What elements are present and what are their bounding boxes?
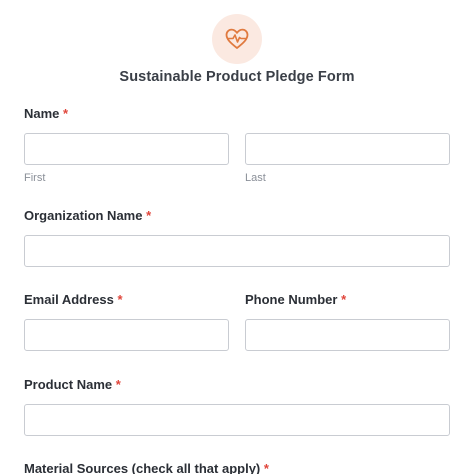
organization-label-text: Organization Name: [24, 208, 143, 223]
product-label-text: Product Name: [24, 377, 113, 392]
required-marker: *: [115, 377, 121, 392]
phone-label-text: Phone Number: [245, 292, 338, 307]
product-label: Product Name *: [24, 377, 121, 392]
form-title: Sustainable Product Pledge Form: [119, 69, 355, 85]
form-logo: [212, 14, 262, 64]
first-name-input[interactable]: [24, 133, 229, 165]
name-label-text: Name: [24, 106, 60, 121]
material-sources-label: Material Sources (check all that apply) …: [24, 461, 269, 474]
phone-label: Phone Number *: [245, 292, 346, 307]
required-marker: *: [341, 292, 347, 307]
organization-label: Organization Name *: [24, 208, 151, 223]
email-input[interactable]: [24, 319, 229, 351]
first-name-sublabel: First: [24, 172, 46, 184]
required-marker: *: [263, 461, 269, 474]
email-label: Email Address *: [24, 292, 123, 307]
name-label: Name *: [24, 106, 68, 121]
required-marker: *: [146, 208, 152, 223]
required-marker: *: [63, 106, 69, 121]
material-sources-label-text: Material Sources (check all that apply): [24, 461, 261, 474]
last-name-sublabel: Last: [245, 172, 266, 184]
product-input[interactable]: [24, 404, 450, 436]
required-marker: *: [117, 292, 123, 307]
organization-input[interactable]: [24, 235, 450, 267]
email-label-text: Email Address: [24, 292, 114, 307]
heart-pulse-icon: [225, 28, 249, 49]
last-name-input[interactable]: [245, 133, 450, 165]
phone-input[interactable]: [245, 319, 450, 351]
